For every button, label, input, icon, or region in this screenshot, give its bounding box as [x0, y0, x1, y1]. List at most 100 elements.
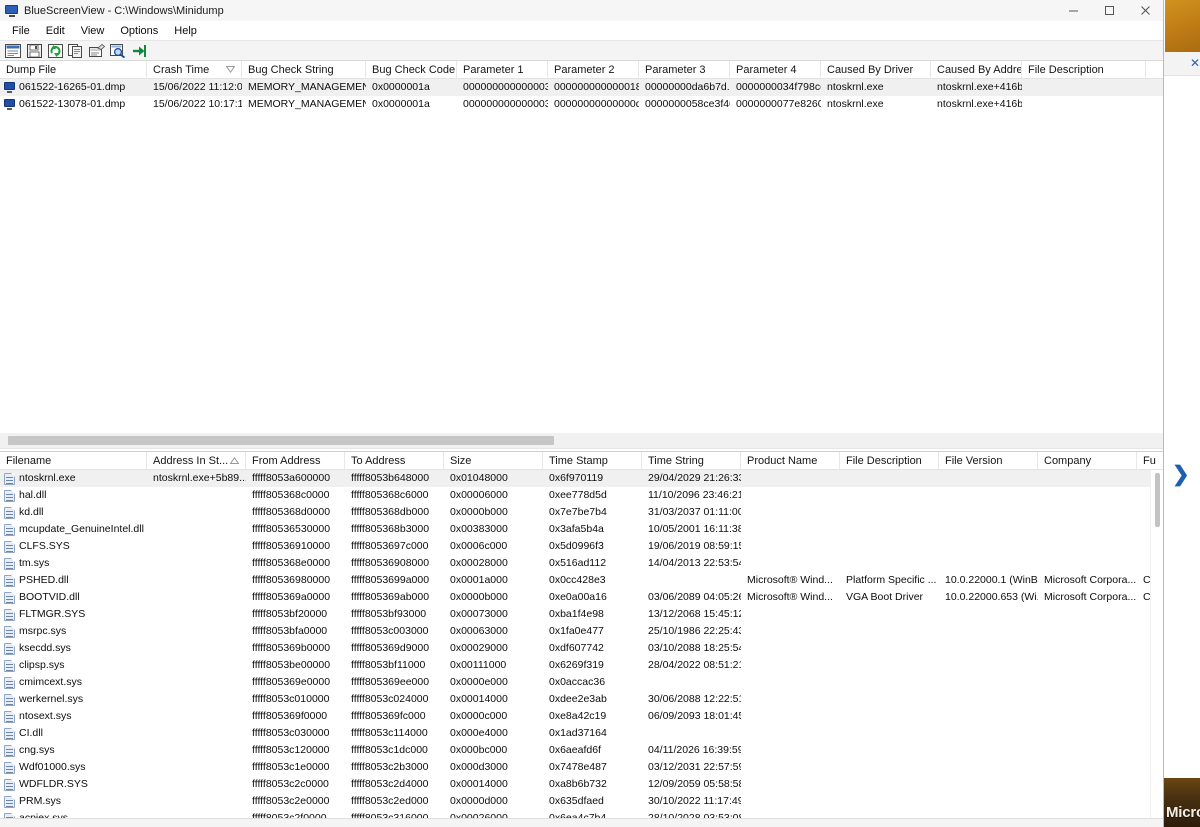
column-header-address-in-st[interactable]: Address In St... — [147, 452, 246, 470]
cell-text: 0x00073000 — [450, 608, 508, 620]
column-header-filename[interactable]: Filename — [0, 452, 147, 470]
table-row[interactable]: clipsp.sys fffff8053be00000 fffff8053bf110… — [0, 657, 1163, 674]
find-icon[interactable] — [109, 42, 127, 59]
table-row[interactable]: acpiex.sys fffff8053c2f0000 fffff8053c3160… — [0, 810, 1163, 818]
cell-from-address: fffff8053bfa0000 — [246, 623, 345, 640]
table-row[interactable]: Wdf01000.sys fffff8053c1e0000 fffff8053c2b… — [0, 759, 1163, 776]
cell-caused-by-address: ntoskrnl.exe+416b40 — [931, 96, 1022, 113]
refresh-icon[interactable] — [46, 42, 64, 59]
table-row[interactable]: hal.dll fffff805368c0000 fffff805368c6000 0… — [0, 487, 1163, 504]
dump-list-rows[interactable]: 061522-16265-01.dmp 15/06/2022 11:12:02 ME… — [0, 79, 1163, 113]
table-row[interactable]: mcupdate_GenuineIntel.dll fffff8053653000… — [0, 521, 1163, 538]
table-row[interactable]: tm.sys fffff805368e0000 fffff80536908000 0x… — [0, 555, 1163, 572]
table-row[interactable]: cmimcext.sys fffff805369e0000 fffff805369e… — [0, 674, 1163, 691]
cell-filename: ntosext.sys — [0, 708, 147, 725]
column-header-bug-check-code[interactable]: Bug Check Code — [366, 61, 457, 79]
column-header-caused-by-address[interactable]: Caused By Address — [931, 61, 1022, 79]
cell-size: 0x00026000 — [444, 810, 543, 818]
menu-file[interactable]: File — [4, 23, 38, 39]
table-row[interactable]: WDFLDR.SYS fffff8053c2c0000 fffff8053c2d40… — [0, 776, 1163, 793]
cell-text: fffff805368c0000 — [252, 489, 330, 501]
driver-list-vscrollbar-thumb[interactable] — [1155, 473, 1160, 527]
cell-address-in-st — [147, 555, 246, 572]
table-row[interactable]: BOOTVID.dll fffff805369a0000 fffff805369ab… — [0, 589, 1163, 606]
cell-file-version — [939, 759, 1038, 776]
column-header-caused-by-driver[interactable]: Caused By Driver — [821, 61, 931, 79]
table-row[interactable]: msrpc.sys fffff8053bfa0000 fffff8053c00300… — [0, 623, 1163, 640]
column-header-parameter-1[interactable]: Parameter 1 — [457, 61, 548, 79]
table-row[interactable]: FLTMGR.SYS fffff8053bf20000 fffff8053bf930… — [0, 606, 1163, 623]
background-window-chevron-right-icon[interactable]: ❯ — [1172, 463, 1190, 487]
cell-file-version — [939, 538, 1038, 555]
cell-from-address: fffff80536530000 — [246, 521, 345, 538]
cell-file-version: 10.0.22000.1 (WinB... — [939, 572, 1038, 589]
column-header-from-address[interactable]: From Address — [246, 452, 345, 470]
maximize-button[interactable] — [1091, 0, 1127, 21]
cell-file-description — [840, 742, 939, 759]
menu-options[interactable]: Options — [112, 23, 166, 39]
upper-pane-hscrollbar-thumb[interactable] — [8, 436, 554, 445]
column-header-product-name[interactable]: Product Name — [741, 452, 840, 470]
cell-text: cng.sys — [19, 744, 55, 756]
dump-file-list[interactable]: Dump File Crash Time Bug Check String Bug C… — [0, 61, 1163, 432]
table-row[interactable]: kd.dll fffff805368d0000 fffff805368db000 0x… — [0, 504, 1163, 521]
cell-from-address: fffff8053c2f0000 — [246, 810, 345, 818]
menu-view[interactable]: View — [73, 23, 113, 39]
column-header-time-stamp[interactable]: Time Stamp — [543, 452, 642, 470]
table-row[interactable]: werkernel.sys fffff8053c010000 fffff8053c0… — [0, 691, 1163, 708]
table-row[interactable]: CLFS.SYS fffff80536910000 fffff8053697c000… — [0, 538, 1163, 555]
copy-icon[interactable] — [67, 42, 85, 59]
column-header-parameter-3[interactable]: Parameter 3 — [639, 61, 730, 79]
cell-text: 0x6ea4c7b4 — [549, 812, 607, 818]
driver-list-rows[interactable]: ntoskrnl.exe ntoskrnl.exe+5b89... fffff805… — [0, 470, 1163, 818]
column-header-to-address[interactable]: To Address — [345, 452, 444, 470]
column-header-crash-time[interactable]: Crash Time — [147, 61, 242, 79]
column-header-company[interactable]: Company — [1038, 452, 1137, 470]
cell-text: fffff8053699a000 — [351, 574, 430, 586]
column-header-time-string[interactable]: Time String — [642, 452, 741, 470]
table-row[interactable]: ntosext.sys fffff805369f0000 fffff805369fc… — [0, 708, 1163, 725]
upper-pane-hscrollbar[interactable] — [0, 432, 1163, 448]
column-header-parameter-4[interactable]: Parameter 4 — [730, 61, 821, 79]
cell-text: 0xdf607742 — [549, 642, 604, 654]
table-row[interactable]: PRM.sys fffff8053c2e0000 fffff8053c2ed000 0… — [0, 793, 1163, 810]
column-header-file-description[interactable]: File Description — [840, 452, 939, 470]
properties-icon[interactable] — [4, 42, 22, 59]
cell-size: 0x0000e000 — [444, 674, 543, 691]
column-header-parameter-2[interactable]: Parameter 2 — [548, 61, 639, 79]
cell-parameter-4: 0000000034f798cc — [730, 79, 821, 96]
table-row[interactable]: ksecdd.sys fffff805369b0000 fffff805369d90… — [0, 640, 1163, 657]
driver-list-vscrollbar[interactable] — [1150, 470, 1163, 818]
background-window-close-icon[interactable]: ✕ — [1190, 57, 1200, 69]
cell-bug-check-code: 0x0000001a — [366, 79, 457, 96]
driver-list[interactable]: Filename Address In St... From Address To A… — [0, 452, 1163, 818]
cell-text: 0x000d3000 — [450, 761, 508, 773]
column-header-fu[interactable]: Fu — [1137, 452, 1163, 470]
background-window[interactable] — [1163, 52, 1200, 778]
save-icon[interactable] — [25, 42, 43, 59]
cell-file-version — [939, 776, 1038, 793]
cell-product-name — [741, 725, 840, 742]
column-header-dump-file[interactable]: Dump File — [0, 61, 147, 79]
table-row[interactable]: PSHED.dll fffff80536980000 fffff8053699a00… — [0, 572, 1163, 589]
close-button[interactable] — [1127, 0, 1163, 21]
table-row[interactable]: ntoskrnl.exe ntoskrnl.exe+5b89... fffff805… — [0, 470, 1163, 487]
cell-text: fffff8053c030000 — [252, 727, 330, 739]
table-row[interactable]: cng.sys fffff8053c120000 fffff8053c1dc000 0… — [0, 742, 1163, 759]
menu-help[interactable]: Help — [166, 23, 205, 39]
column-header-size[interactable]: Size — [444, 452, 543, 470]
table-row[interactable]: CI.dll fffff8053c030000 fffff8053c114000 0x… — [0, 725, 1163, 742]
table-row[interactable]: 061522-16265-01.dmp 15/06/2022 11:12:02 ME… — [0, 79, 1163, 96]
cell-text: 000000000000018f — [554, 81, 639, 93]
column-header-bug-check-string[interactable]: Bug Check String — [242, 61, 366, 79]
column-header-file-description[interactable]: File Description — [1022, 61, 1146, 79]
menu-edit[interactable]: Edit — [38, 23, 73, 39]
column-header-file-version[interactable]: File Version — [939, 452, 1038, 470]
table-row[interactable]: 061522-13078-01.dmp 15/06/2022 10:17:16 ME… — [0, 96, 1163, 113]
cell-file-description — [840, 623, 939, 640]
cell-address-in-st — [147, 504, 246, 521]
minimize-button[interactable] — [1055, 0, 1091, 21]
exit-icon[interactable] — [130, 42, 148, 59]
html-report-icon[interactable] — [88, 42, 106, 59]
cell-text: werkernel.sys — [19, 693, 84, 705]
